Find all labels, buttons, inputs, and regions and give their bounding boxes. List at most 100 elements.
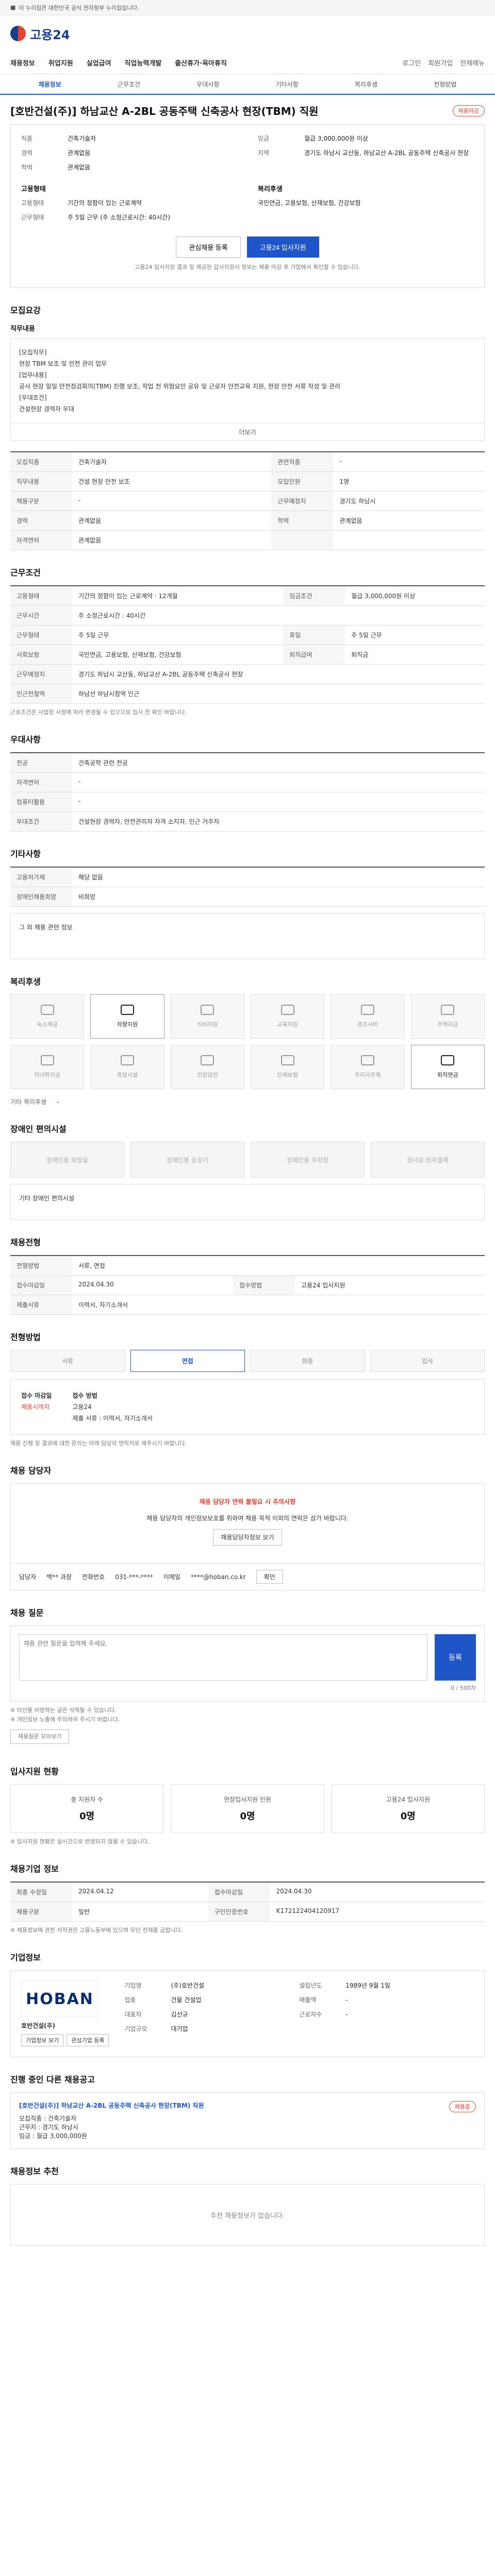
tab-work[interactable]: 근무조건	[89, 80, 168, 89]
table-key: 채용구분	[10, 1902, 72, 1922]
tab-etc[interactable]: 기타사항	[248, 80, 326, 89]
gnb-item[interactable]: 실업급여	[87, 58, 111, 67]
comment-submit-button[interactable]: 등록	[435, 1634, 476, 1681]
table-row: 제출서류 이력서, 자기소개서	[10, 1295, 485, 1315]
table-row: 컴퓨터활용 -	[10, 792, 485, 812]
table-value: 고용24 입사지원	[295, 1275, 485, 1295]
table-value: -	[72, 792, 485, 812]
company-key: 대표자	[124, 2011, 142, 2018]
comment-note: ※ 타인을 비방하는 글은 삭제될 수 있습니다.	[10, 1707, 117, 1714]
contact-confirm-button[interactable]: 확인	[256, 1570, 283, 1584]
section-title-welfare: 복리후생	[10, 977, 41, 987]
site-logo[interactable]: 고용24	[10, 25, 70, 43]
cond-key: 근무형태	[21, 214, 44, 221]
welfare-label: 퇴직연금	[437, 1072, 458, 1078]
summary-key: 직종	[21, 135, 33, 142]
scrap-button[interactable]: 관심채용 등록	[176, 236, 241, 258]
table-value: 주 소정근로시간 : 40시간	[72, 605, 485, 625]
company-value: 김선규	[171, 2011, 188, 2018]
login-link[interactable]: 로그인	[402, 58, 421, 67]
table-value: 퇴직금	[345, 645, 485, 665]
welfare-etc-label: 기타 복리후생	[10, 1098, 47, 1106]
table-row: 장애인채용희망 비희망	[10, 887, 485, 907]
welfare-item: 경조사비	[331, 994, 405, 1039]
gnb-item[interactable]: 출산휴가·육아휴직	[175, 58, 227, 67]
prefer-table: 전공 건축공학 관련 전공 자격면허 - 컴퓨터활용 - 우대조건 건설현장 경력자, …	[10, 752, 485, 832]
table-value: 건축기술자	[72, 452, 272, 472]
table-value: 월급 3,000,000원 이상	[345, 586, 485, 606]
section-title-info: 채용기업 정보	[10, 1864, 59, 1874]
comment-notes: ※ 타인을 비방하는 글은 삭제될 수 있습니다. ※ 개인정보 노출에 주의하…	[10, 1706, 485, 1749]
welfare-icon	[360, 1055, 374, 1065]
table-value: 관계없음	[333, 511, 485, 531]
table-key: 제출서류	[10, 1295, 72, 1315]
tab-welfare[interactable]: 복리후생	[326, 80, 405, 89]
table-value: 건설현장 경력자, 안전관리자 자격 소지자, 인근 거주자	[72, 811, 485, 832]
company-name: 호반건설(주)	[21, 2022, 56, 2029]
company-value: -	[345, 1996, 348, 2004]
company-fav-button[interactable]: 관심기업 등록	[67, 2034, 109, 2046]
contact-view-button[interactable]: 채용담당자정보 보기	[213, 1529, 282, 1546]
comment-box: 등록 0 / 500자	[10, 1625, 485, 1702]
table-row: 고용형태 기간의 정함이 있는 근로계약 · 12개월 임금조건 월급 3,000,0…	[10, 586, 485, 606]
table-row: 경력 관계없음 학력 관계없음	[10, 511, 485, 531]
summary-key: 지역	[258, 149, 270, 157]
comment-input[interactable]	[19, 1634, 427, 1681]
hire-table: 전형방법 서류, 면접 접수마감일 2024.04.30 접수방법 고용24 입사지원 …	[10, 1255, 485, 1315]
comment-more-button[interactable]: 채용질문 모아보기	[10, 1730, 70, 1744]
table-row: 자격면허 -	[10, 772, 485, 792]
tab-process[interactable]: 전형방법	[406, 80, 485, 89]
table-key	[271, 530, 334, 550]
stat-card: 총 지원자 수 0명	[10, 1784, 164, 1833]
join-link[interactable]: 회원가입	[428, 58, 453, 67]
welfare-label: 식비지원	[197, 1021, 218, 1028]
gnb-item[interactable]: 채용정보	[10, 58, 35, 67]
all-menu-button[interactable]: 전체메뉴	[460, 58, 485, 67]
gnb-item[interactable]: 직업능력개발	[125, 58, 162, 67]
apply-button[interactable]: 고용24 입사지원	[246, 236, 319, 258]
table-row: 자격면허 관계없음	[10, 530, 485, 550]
tab-prefer[interactable]: 우대사항	[169, 80, 248, 89]
process-step: 최종	[250, 1350, 365, 1372]
disability-item: 장애인용 승강기	[130, 1142, 244, 1178]
process-step: 면접	[130, 1350, 245, 1372]
table-value: -	[72, 772, 485, 792]
job-summary: 직종 건축기술자 경력 관계없음 학력 관계없음 임금 월급 3,000,000원 이상…	[10, 124, 485, 288]
welfare-item: 우리사주제	[331, 1045, 405, 1089]
company-key: 기업명	[124, 1982, 142, 1989]
stat-value: 0명	[400, 1811, 416, 1822]
table-key: 자격면허	[10, 772, 72, 792]
company-info-button[interactable]: 기업정보 보기	[21, 2034, 64, 2046]
table-key: 구인인증번호	[208, 1902, 270, 1922]
etc-table: 고용허가제 해당 없음 장애인채용희망 비희망	[10, 867, 485, 907]
company-logo: HOBAN	[21, 1981, 98, 2017]
table-value: 2024.04.30	[72, 1275, 234, 1295]
other-job-card[interactable]: [호반건설(주)] 하남교산 A-2BL 공동주택 신축공사 현장(TBM) 직…	[10, 2092, 485, 2149]
section-title-prefer: 우대사항	[10, 735, 41, 744]
table-key: 접수마감일	[10, 1275, 72, 1295]
gnb-item[interactable]: 취업지원	[48, 58, 73, 67]
util-links: 로그인 회원가입 전체메뉴	[402, 58, 485, 67]
apply-docs: 제출 서류 : 이력서, 자기소개서	[72, 1415, 153, 1422]
tab-recruit[interactable]: 채용정보	[10, 80, 89, 89]
other-job-meta: 모집직종 : 건축기술자	[19, 2115, 77, 2122]
benefit-value: 국민연금, 고용보험, 산재보험, 건강보험	[258, 199, 361, 207]
table-value: 2024.04.12	[72, 1882, 208, 1902]
company-value: 1989년 9월 1일	[345, 1982, 390, 1989]
table-row: 근무시간 주 소정근로시간 : 40시간	[10, 605, 485, 625]
table-value: 2024.04.30	[270, 1882, 485, 1902]
contact-tel: 031-***-****	[115, 1573, 153, 1581]
table-key: 접수마감일	[208, 1882, 270, 1902]
other-job-title[interactable]: [호반건설(주)] 하남교산 A-2BL 공동주택 신축공사 현장(TBM) 직…	[19, 2101, 439, 2110]
flag-icon: ■	[10, 4, 16, 11]
welfare-label: 숙소제공	[37, 1021, 58, 1028]
table-value: 경기도 하남시	[333, 491, 485, 511]
contact-tel-label: 전화번호	[82, 1573, 105, 1581]
more-button[interactable]: 더보기	[10, 423, 485, 441]
apply-method-value: 고용24	[72, 1403, 92, 1411]
section-title-contact: 채용 담당자	[10, 1466, 52, 1476]
summary-key: 학력	[21, 164, 33, 171]
stat-label: 고용24 입사지원	[386, 1796, 430, 1803]
table-value: -	[333, 452, 485, 472]
global-nav: 채용정보 취업지원 실업급여 직업능력개발 출산휴가·육아휴직 로그인 회원가입…	[0, 52, 495, 74]
